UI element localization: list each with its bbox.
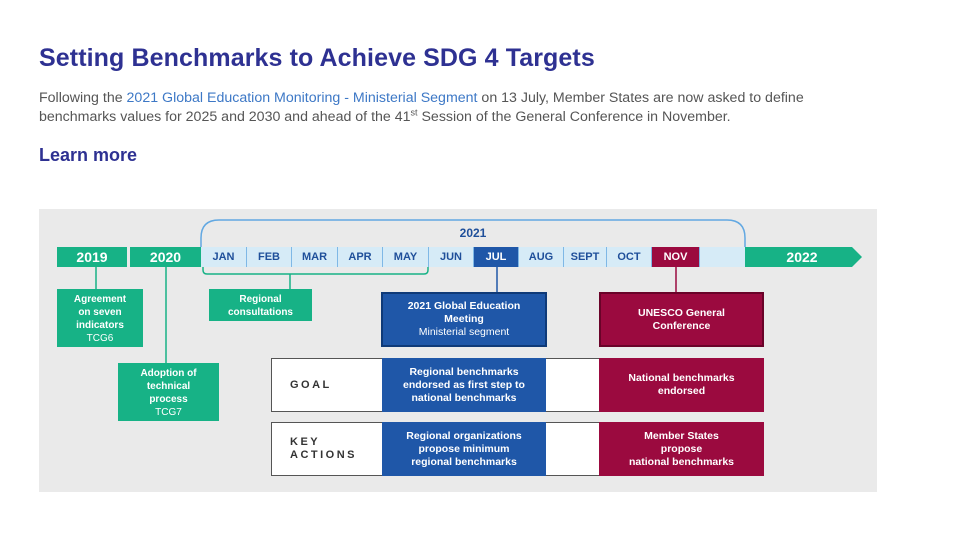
month-jan: JAN	[201, 247, 247, 267]
month-jul: JUL	[474, 247, 519, 267]
gem-meeting-box: 2021 Global Education Meeting Ministeria…	[381, 292, 547, 347]
key-red-line-1: Member States	[644, 429, 719, 442]
key-regional-box: Regional organizations propose minimum r…	[382, 422, 546, 476]
month-aug: AUG	[519, 247, 564, 267]
agreement-sub: TCG6	[86, 333, 114, 344]
agreement-box: Agreement on seven indicators TCG6	[57, 289, 143, 347]
key-blue-line-2: propose minimum	[418, 442, 510, 455]
agreement-line-1: Agreement	[73, 294, 127, 305]
adoption-box: Adoption of technical process TCG7	[118, 363, 219, 421]
agreement-line-2: on seven	[78, 307, 122, 318]
gem-sub: Ministerial segment	[418, 326, 510, 338]
gem-line-1: 2021 Global Education	[407, 300, 521, 312]
key-actions-label: KEY ACTIONS	[290, 436, 357, 462]
regional-brace	[202, 267, 429, 275]
key-label-line-1: KEY	[290, 436, 321, 448]
key-red-line-2: propose	[660, 442, 703, 455]
goal-blue-line-1: Regional benchmarks	[409, 365, 519, 378]
key-label-line-2: ACTIONS	[290, 449, 357, 461]
key-blue-line-3: regional benchmarks	[411, 455, 517, 468]
month-jun: JUN	[429, 247, 474, 267]
unesco-line-2: Conference	[652, 319, 711, 332]
year-2020-label: 2020	[130, 247, 201, 267]
gem-line-2: Meeting	[444, 313, 484, 325]
adoption-line-3: process	[149, 394, 188, 405]
goal-red-line-1: National benchmarks	[628, 372, 735, 384]
month-mar: MAR	[292, 247, 338, 267]
unesco-conference-box: UNESCO General Conference	[599, 292, 764, 347]
month-apr: APR	[338, 247, 383, 267]
goal-regional-box: Regional benchmarks endorsed as first st…	[382, 358, 546, 412]
agreement-line-3: indicators	[76, 320, 124, 331]
month-feb: FEB	[247, 247, 292, 267]
goal-blue-line-2: endorsed as first step to	[403, 378, 525, 391]
unesco-line-1: UNESCO General	[638, 306, 725, 319]
timeline-connectors	[95, 219, 862, 363]
month-dec-empty	[700, 247, 745, 267]
adoption-line-2: technical	[146, 381, 191, 392]
key-red-line-3: national benchmarks	[628, 455, 735, 468]
goal-blue-line-3: national benchmarks	[411, 391, 517, 404]
month-may: MAY	[383, 247, 429, 267]
month-nov: NOV	[652, 247, 700, 267]
year-2022-label: 2022	[786, 249, 818, 265]
goal-national-box: National benchmarks endorsed	[599, 358, 764, 412]
goal-label: GOAL	[290, 379, 332, 391]
adoption-sub: TCG7	[155, 407, 182, 418]
adoption-line-1: Adoption of	[140, 368, 197, 379]
month-sept: SEPT	[564, 247, 607, 267]
key-blue-line-1: Regional organizations	[406, 429, 522, 442]
regional-line-2: consultations	[227, 307, 293, 318]
regional-line-1: Regional	[239, 294, 282, 305]
month-oct: OCT	[607, 247, 652, 267]
regional-consultations-box: Regional consultations	[209, 289, 312, 321]
year-2021-label: 2021	[459, 226, 487, 240]
year-2019-label: 2019	[57, 247, 127, 267]
goal-red-line-2: endorsed	[657, 385, 706, 397]
key-national-box: Member States propose national benchmark…	[599, 422, 764, 476]
